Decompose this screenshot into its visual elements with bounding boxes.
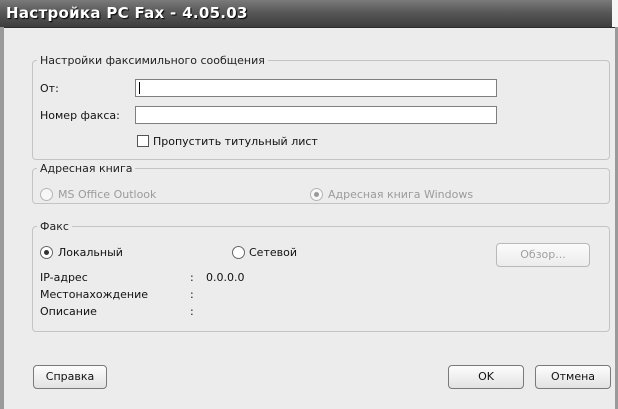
local-radio[interactable]: [40, 246, 53, 259]
address-book-legend: Адресная книга: [40, 162, 133, 175]
window-frame-left: [0, 27, 4, 409]
radio-selected-dot: [314, 192, 319, 197]
ok-button[interactable]: OK: [448, 365, 524, 389]
windows-address-book-label[interactable]: Адресная книга Windows: [328, 188, 473, 201]
fax-settings-legend: Настройки факсимильного сообщения: [40, 54, 265, 67]
local-label[interactable]: Локальный: [58, 246, 123, 259]
location-label: Местонахождение: [40, 288, 149, 301]
title-bar-edge: [612, 0, 618, 27]
browse-button[interactable]: Обзор...: [496, 243, 590, 267]
text-caret: [139, 82, 140, 94]
from-label: От:: [40, 82, 59, 95]
fax-number-input[interactable]: [135, 106, 497, 124]
radio-selected-dot: [44, 250, 49, 255]
window-title: Настройка PC Fax - 4.05.03: [6, 4, 248, 22]
fax-legend: Факс: [40, 220, 69, 233]
location-separator: :: [190, 288, 194, 301]
from-input[interactable]: [135, 79, 497, 97]
cancel-button[interactable]: Отмена: [535, 365, 611, 389]
network-label[interactable]: Сетевой: [249, 246, 297, 259]
ip-address-separator: :: [190, 271, 194, 284]
ip-address-value: 0.0.0.0: [206, 271, 245, 284]
fax-number-label: Номер факса:: [40, 109, 120, 122]
ip-address-label: IP-адрес: [40, 271, 88, 284]
outlook-radio[interactable]: [40, 188, 53, 201]
outlook-label[interactable]: MS Office Outlook: [58, 188, 156, 201]
network-radio[interactable]: [232, 246, 245, 259]
help-button[interactable]: Справка: [33, 365, 107, 389]
skip-cover-label[interactable]: Пропустить титульный лист: [153, 135, 318, 148]
description-separator: :: [190, 305, 194, 318]
description-label: Описание: [40, 305, 97, 318]
windows-address-book-radio[interactable]: [310, 188, 323, 201]
title-bar[interactable]: Настройка PC Fax - 4.05.03: [0, 0, 618, 28]
fax-group: Факс: [32, 220, 610, 332]
skip-cover-checkbox[interactable]: [137, 135, 149, 147]
